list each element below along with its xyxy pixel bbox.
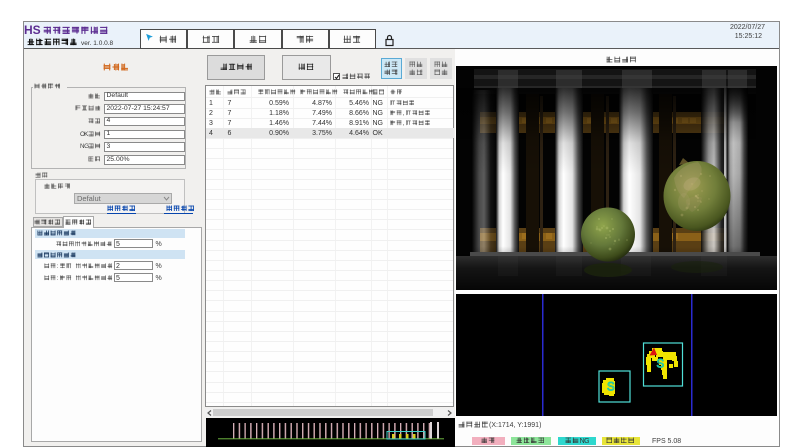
- svg-text::: :: [56, 264, 58, 270]
- svg-text::: :: [56, 276, 58, 282]
- svg-text:,: ,: [403, 111, 405, 117]
- svg-text:S: S: [607, 382, 615, 394]
- svg-text:,: ,: [403, 121, 405, 127]
- svg-text:G: G: [84, 143, 89, 150]
- svg-text:S: S: [657, 359, 665, 371]
- svg-text:G: G: [584, 438, 589, 445]
